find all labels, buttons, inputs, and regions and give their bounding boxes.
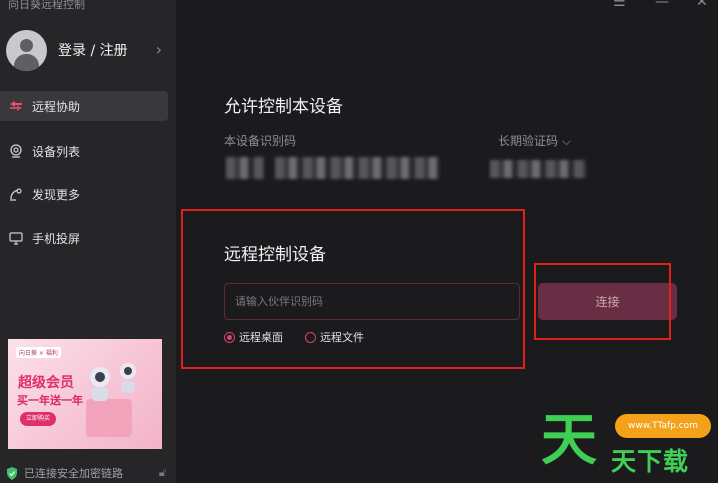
menu-icon[interactable]: ☰	[613, 0, 626, 10]
lock-icon[interactable]: 🔓︎	[159, 466, 166, 480]
sidebar: 向日葵远程控制 登录 / 注册 › 远程协助 设备列表 发现更多 手机投屏 向日…	[0, 0, 176, 483]
sidebar-item-label: 手机投屏	[32, 231, 81, 246]
shield-icon	[7, 466, 17, 480]
sidebar-item-label: 远程协助	[32, 99, 81, 114]
app-title: 向日葵远程控制	[8, 0, 85, 11]
annotation-box-remote-control	[181, 209, 525, 369]
login-label: 登录 / 注册	[58, 43, 128, 59]
screen-cast-icon	[8, 230, 24, 246]
close-icon[interactable]: ✕	[696, 0, 708, 10]
watermark-url: www.TTafp.com	[615, 414, 711, 438]
annotation-box-connect	[534, 263, 671, 340]
verify-code-dropdown[interactable]: 长期验证码 ⌵	[498, 132, 571, 149]
device-code-blurred	[275, 157, 440, 179]
watermark-text: 天下载	[611, 447, 690, 476]
site-watermark: 天 www.TTafp.com 天下载	[539, 408, 714, 480]
chevron-down-icon: ⌵	[561, 134, 571, 148]
minimize-icon[interactable]: —	[655, 0, 669, 10]
promo-buy-button[interactable]: 立即购买	[20, 412, 56, 426]
verify-code-label: 长期验证码	[498, 134, 559, 148]
secure-connection-status: 已连接安全加密链路 🔓︎	[6, 465, 166, 481]
sidebar-item-device-list[interactable]: 设备列表	[0, 136, 168, 166]
secure-status-text: 已连接安全加密链路	[24, 467, 123, 480]
sidebar-item-remote-assist[interactable]: 远程协助	[0, 91, 168, 121]
sidebar-item-discover[interactable]: 发现更多	[0, 179, 168, 209]
sidebar-item-label: 发现更多	[32, 187, 81, 202]
remote-assist-icon	[8, 98, 24, 114]
sidebar-item-label: 设备列表	[32, 144, 81, 159]
allow-control-title: 允许控制本设备	[224, 97, 343, 117]
promo-tag: 向日葵 × 福利	[16, 347, 61, 358]
promo-subtitle: 买一年送一年	[17, 394, 83, 407]
discover-icon	[8, 186, 24, 202]
robot-illustration	[90, 363, 136, 401]
promo-banner[interactable]: 向日葵 × 福利 超级会员 买一年送一年 立即购买	[8, 339, 162, 449]
device-code-blurred	[226, 157, 264, 179]
sidebar-item-screen-cast[interactable]: 手机投屏	[0, 223, 168, 253]
promo-title: 超级会员	[18, 375, 74, 391]
chevron-right-icon: ›	[155, 40, 162, 59]
verify-code-blurred	[490, 160, 586, 178]
device-code-label: 本设备识别码	[224, 134, 297, 148]
login-button[interactable]: 登录 / 注册 ›	[6, 29, 170, 71]
device-list-icon	[8, 143, 24, 159]
watermark-big-char: 天	[541, 407, 597, 473]
avatar	[6, 29, 47, 71]
